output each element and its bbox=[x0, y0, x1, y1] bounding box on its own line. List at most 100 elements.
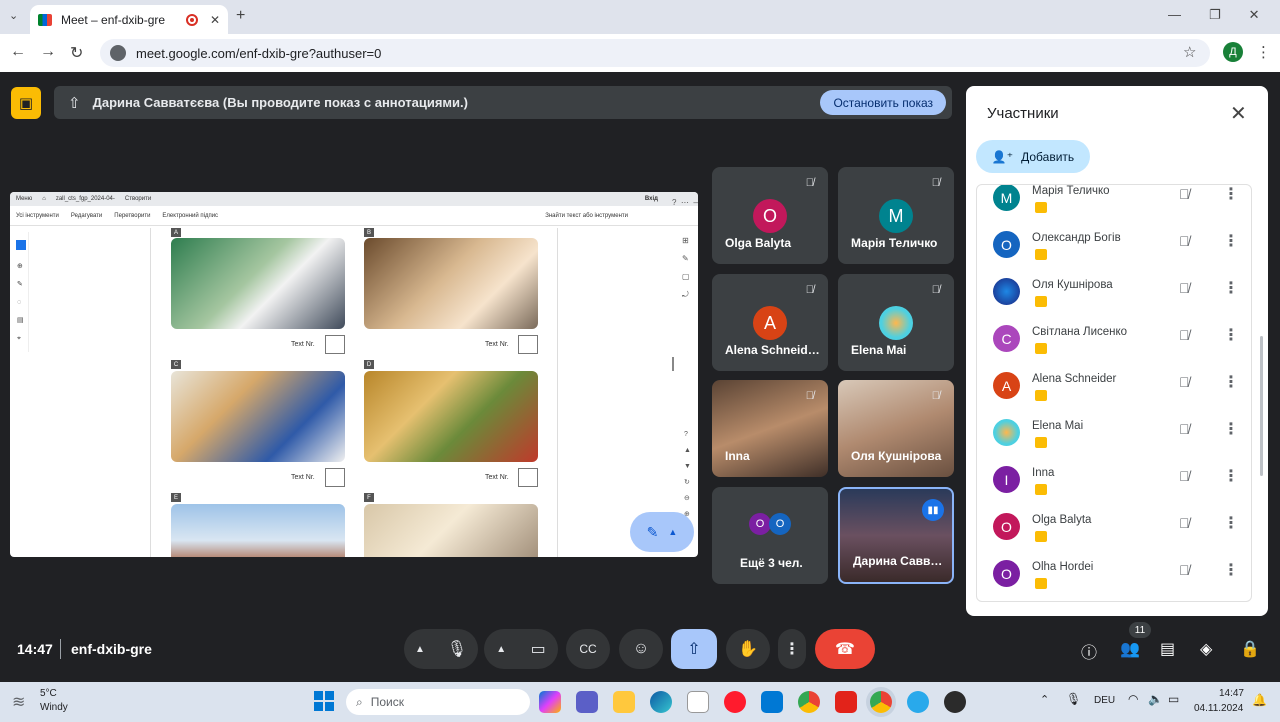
tile-inna[interactable]: 🎙̸ Inna bbox=[712, 380, 828, 477]
address-bar[interactable]: meet.google.com/enf-dxib-gre?authuser=0 bbox=[100, 39, 1210, 67]
more-options-icon[interactable]: ⋮ bbox=[1223, 231, 1239, 251]
answer-box-b[interactable] bbox=[518, 335, 538, 354]
participant-row[interactable]: O Олександр Богів 🎙̸ ⋮ bbox=[977, 227, 1251, 274]
tile-darina-self[interactable]: ▮▮ Дарина Савв… bbox=[838, 487, 954, 584]
mic-muted-icon[interactable]: 🎙̸ bbox=[1179, 233, 1190, 249]
pdf-tool-sign[interactable]: Електронний підпис bbox=[162, 213, 218, 219]
tile-olga-balyta[interactable]: O 🎙̸ Olga Balyta bbox=[712, 167, 828, 264]
wifi-icon[interactable]: ◠ bbox=[1128, 692, 1138, 706]
weather-text[interactable]: Windy bbox=[40, 702, 68, 713]
meeting-info-icon[interactable]: ⓘ bbox=[1081, 639, 1097, 663]
media-player-icon[interactable] bbox=[944, 691, 966, 713]
participant-row[interactable]: M Марія Теличко 🎙̸ ⋮ bbox=[977, 185, 1251, 227]
taskbar-search[interactable]: ⌕ Поиск bbox=[346, 689, 530, 715]
close-window-icon[interactable]: ✕ bbox=[1249, 7, 1260, 23]
presenting-warning-icon[interactable]: ▣ bbox=[11, 87, 41, 119]
battery-icon[interactable]: ▭ bbox=[1168, 692, 1179, 706]
captions-button[interactable]: CC bbox=[566, 629, 610, 669]
clock-date[interactable]: 04.11.2024 bbox=[1194, 703, 1243, 714]
leave-call-button[interactable]: ☎ bbox=[815, 629, 875, 669]
host-controls-icon[interactable]: 🔒 bbox=[1240, 639, 1260, 659]
clock-time[interactable]: 14:47 bbox=[1196, 688, 1244, 699]
pdf-window-icons[interactable]: ? ⋯ — ❐ ✕ bbox=[672, 198, 698, 207]
tray-mic-icon[interactable]: 🎙 bbox=[1066, 692, 1081, 706]
mic-muted-icon[interactable]: 🎙̸ bbox=[1179, 562, 1190, 578]
more-options-icon[interactable]: ⋮ bbox=[1223, 560, 1239, 580]
chrome-icon[interactable] bbox=[798, 691, 820, 713]
answer-box-c[interactable] bbox=[325, 468, 345, 487]
tile-elena-mai[interactable]: 🎙̸ Elena Mai bbox=[838, 274, 954, 371]
mic-control[interactable]: ▲ 🎙 bbox=[404, 629, 478, 669]
browser-menu-icon[interactable]: ⋮ bbox=[1256, 43, 1271, 61]
back-icon[interactable]: ← bbox=[10, 43, 26, 61]
pdf-new-tab[interactable]: Створити bbox=[125, 196, 151, 202]
close-panel-icon[interactable]: ✕ bbox=[1230, 101, 1247, 126]
tile-alena-schneider[interactable]: A 🎙̸ Alena Schneid… bbox=[712, 274, 828, 371]
more-options-icon[interactable]: ⋮ bbox=[1223, 278, 1239, 298]
microphone-icon[interactable]: 🎙 bbox=[447, 639, 467, 659]
mail-icon[interactable] bbox=[761, 691, 783, 713]
participant-row[interactable]: Elena Mai 🎙̸ ⋮ bbox=[977, 415, 1251, 462]
tray-overflow-icon[interactable]: ⌃ bbox=[1040, 693, 1049, 706]
store-icon[interactable] bbox=[687, 691, 709, 713]
maximize-icon[interactable]: ❐ bbox=[1209, 7, 1221, 23]
people-icon[interactable]: 👥 bbox=[1120, 639, 1140, 659]
stop-presenting-button[interactable]: Остановить показ bbox=[820, 90, 946, 115]
more-options-icon[interactable]: ⋮ bbox=[1223, 325, 1239, 345]
pdf-right-tools[interactable]: ⊞ ✎ ▢ ⤾ bbox=[682, 232, 690, 304]
present-now-button[interactable]: ⇧ bbox=[671, 629, 717, 669]
profile-avatar[interactable]: Д bbox=[1223, 42, 1243, 62]
pdf-page-controls[interactable]: ? ▲ ▼ ↻ ⊖ ⊕ bbox=[684, 427, 691, 523]
participant-row[interactable]: A Alena Schneider 🎙̸ ⋮ bbox=[977, 368, 1251, 415]
weather-temp[interactable]: 5°C bbox=[40, 688, 57, 699]
pdf-doc-tab[interactable]: zall_cts_fgp_2024-04- bbox=[56, 196, 115, 202]
answer-box-a[interactable] bbox=[325, 335, 345, 354]
activities-icon[interactable]: ◈ bbox=[1200, 639, 1212, 659]
tab-search-icon[interactable]: ⌄ bbox=[9, 9, 18, 22]
windows-start-icon[interactable] bbox=[314, 691, 334, 711]
camera-icon[interactable]: ▭ bbox=[531, 639, 546, 659]
emoji-reactions-button[interactable]: ☺ bbox=[619, 629, 663, 669]
pdf-scrollbar[interactable] bbox=[672, 357, 674, 371]
pdf-select-tool-icon[interactable] bbox=[16, 240, 26, 250]
more-options-icon[interactable]: ⋮ bbox=[1223, 372, 1239, 392]
mic-muted-icon[interactable]: 🎙̸ bbox=[1179, 186, 1190, 202]
mic-muted-icon[interactable]: 🎙̸ bbox=[1179, 421, 1190, 437]
more-options-icon[interactable]: ⋮ bbox=[1223, 419, 1239, 439]
annotation-tools-button[interactable]: ✎ ▲ bbox=[630, 512, 694, 552]
bookmark-star-icon[interactable]: ☆ bbox=[1183, 43, 1196, 61]
opera-icon[interactable] bbox=[724, 691, 746, 713]
notifications-icon[interactable]: 🔔 bbox=[1252, 693, 1267, 707]
camera-options-icon[interactable]: ▲ bbox=[496, 644, 506, 655]
mic-muted-icon[interactable]: 🎙̸ bbox=[1179, 374, 1190, 390]
pdf-exit[interactable]: Вхід bbox=[645, 196, 658, 202]
forward-icon[interactable]: → bbox=[40, 43, 56, 61]
tile-mariia-telychko[interactable]: M 🎙̸ Марія Теличко bbox=[838, 167, 954, 264]
weather-icon[interactable]: ≋ bbox=[12, 692, 25, 712]
mic-muted-icon[interactable]: 🎙̸ bbox=[1179, 515, 1190, 531]
pdf-tool-all[interactable]: Усі інструменти bbox=[16, 213, 59, 219]
participant-row[interactable]: I Inna 🎙̸ ⋮ bbox=[977, 462, 1251, 509]
pdf-tool-convert[interactable]: Перетворити bbox=[114, 213, 150, 219]
panel-scrollbar[interactable] bbox=[1260, 336, 1263, 476]
new-tab-button[interactable]: + bbox=[236, 7, 245, 25]
chrome-active-icon[interactable] bbox=[870, 691, 892, 713]
answer-box-d[interactable] bbox=[518, 468, 538, 487]
more-options-button[interactable]: ⋮ bbox=[778, 629, 806, 669]
participant-row[interactable]: O Olha Hordei 🎙̸ ⋮ bbox=[977, 556, 1251, 601]
pdf-tool-edit[interactable]: Редагувати bbox=[71, 213, 102, 219]
reload-icon[interactable]: ↻ bbox=[70, 43, 83, 63]
volume-icon[interactable]: 🔈 bbox=[1148, 692, 1163, 706]
mic-muted-icon[interactable]: 🎙̸ bbox=[1179, 280, 1190, 296]
participant-row[interactable]: C Світлана Лисенко 🎙̸ ⋮ bbox=[977, 321, 1251, 368]
close-tab-icon[interactable]: ✕ bbox=[210, 13, 220, 27]
mic-muted-icon[interactable]: 🎙̸ bbox=[1179, 327, 1190, 343]
pdf-tool-icons[interactable]: ⊕ ✎ ◌ ▤ ⌖ bbox=[15, 258, 28, 348]
mic-options-icon[interactable]: ▲ bbox=[415, 644, 425, 655]
add-people-button[interactable]: 👤⁺ Добавить bbox=[976, 140, 1090, 173]
file-explorer-icon[interactable] bbox=[613, 691, 635, 713]
copilot-icon[interactable] bbox=[539, 691, 561, 713]
telegram-icon[interactable] bbox=[907, 691, 929, 713]
participant-row[interactable]: O Olga Balyta 🎙̸ ⋮ bbox=[977, 509, 1251, 556]
more-options-icon[interactable]: ⋮ bbox=[1223, 466, 1239, 486]
